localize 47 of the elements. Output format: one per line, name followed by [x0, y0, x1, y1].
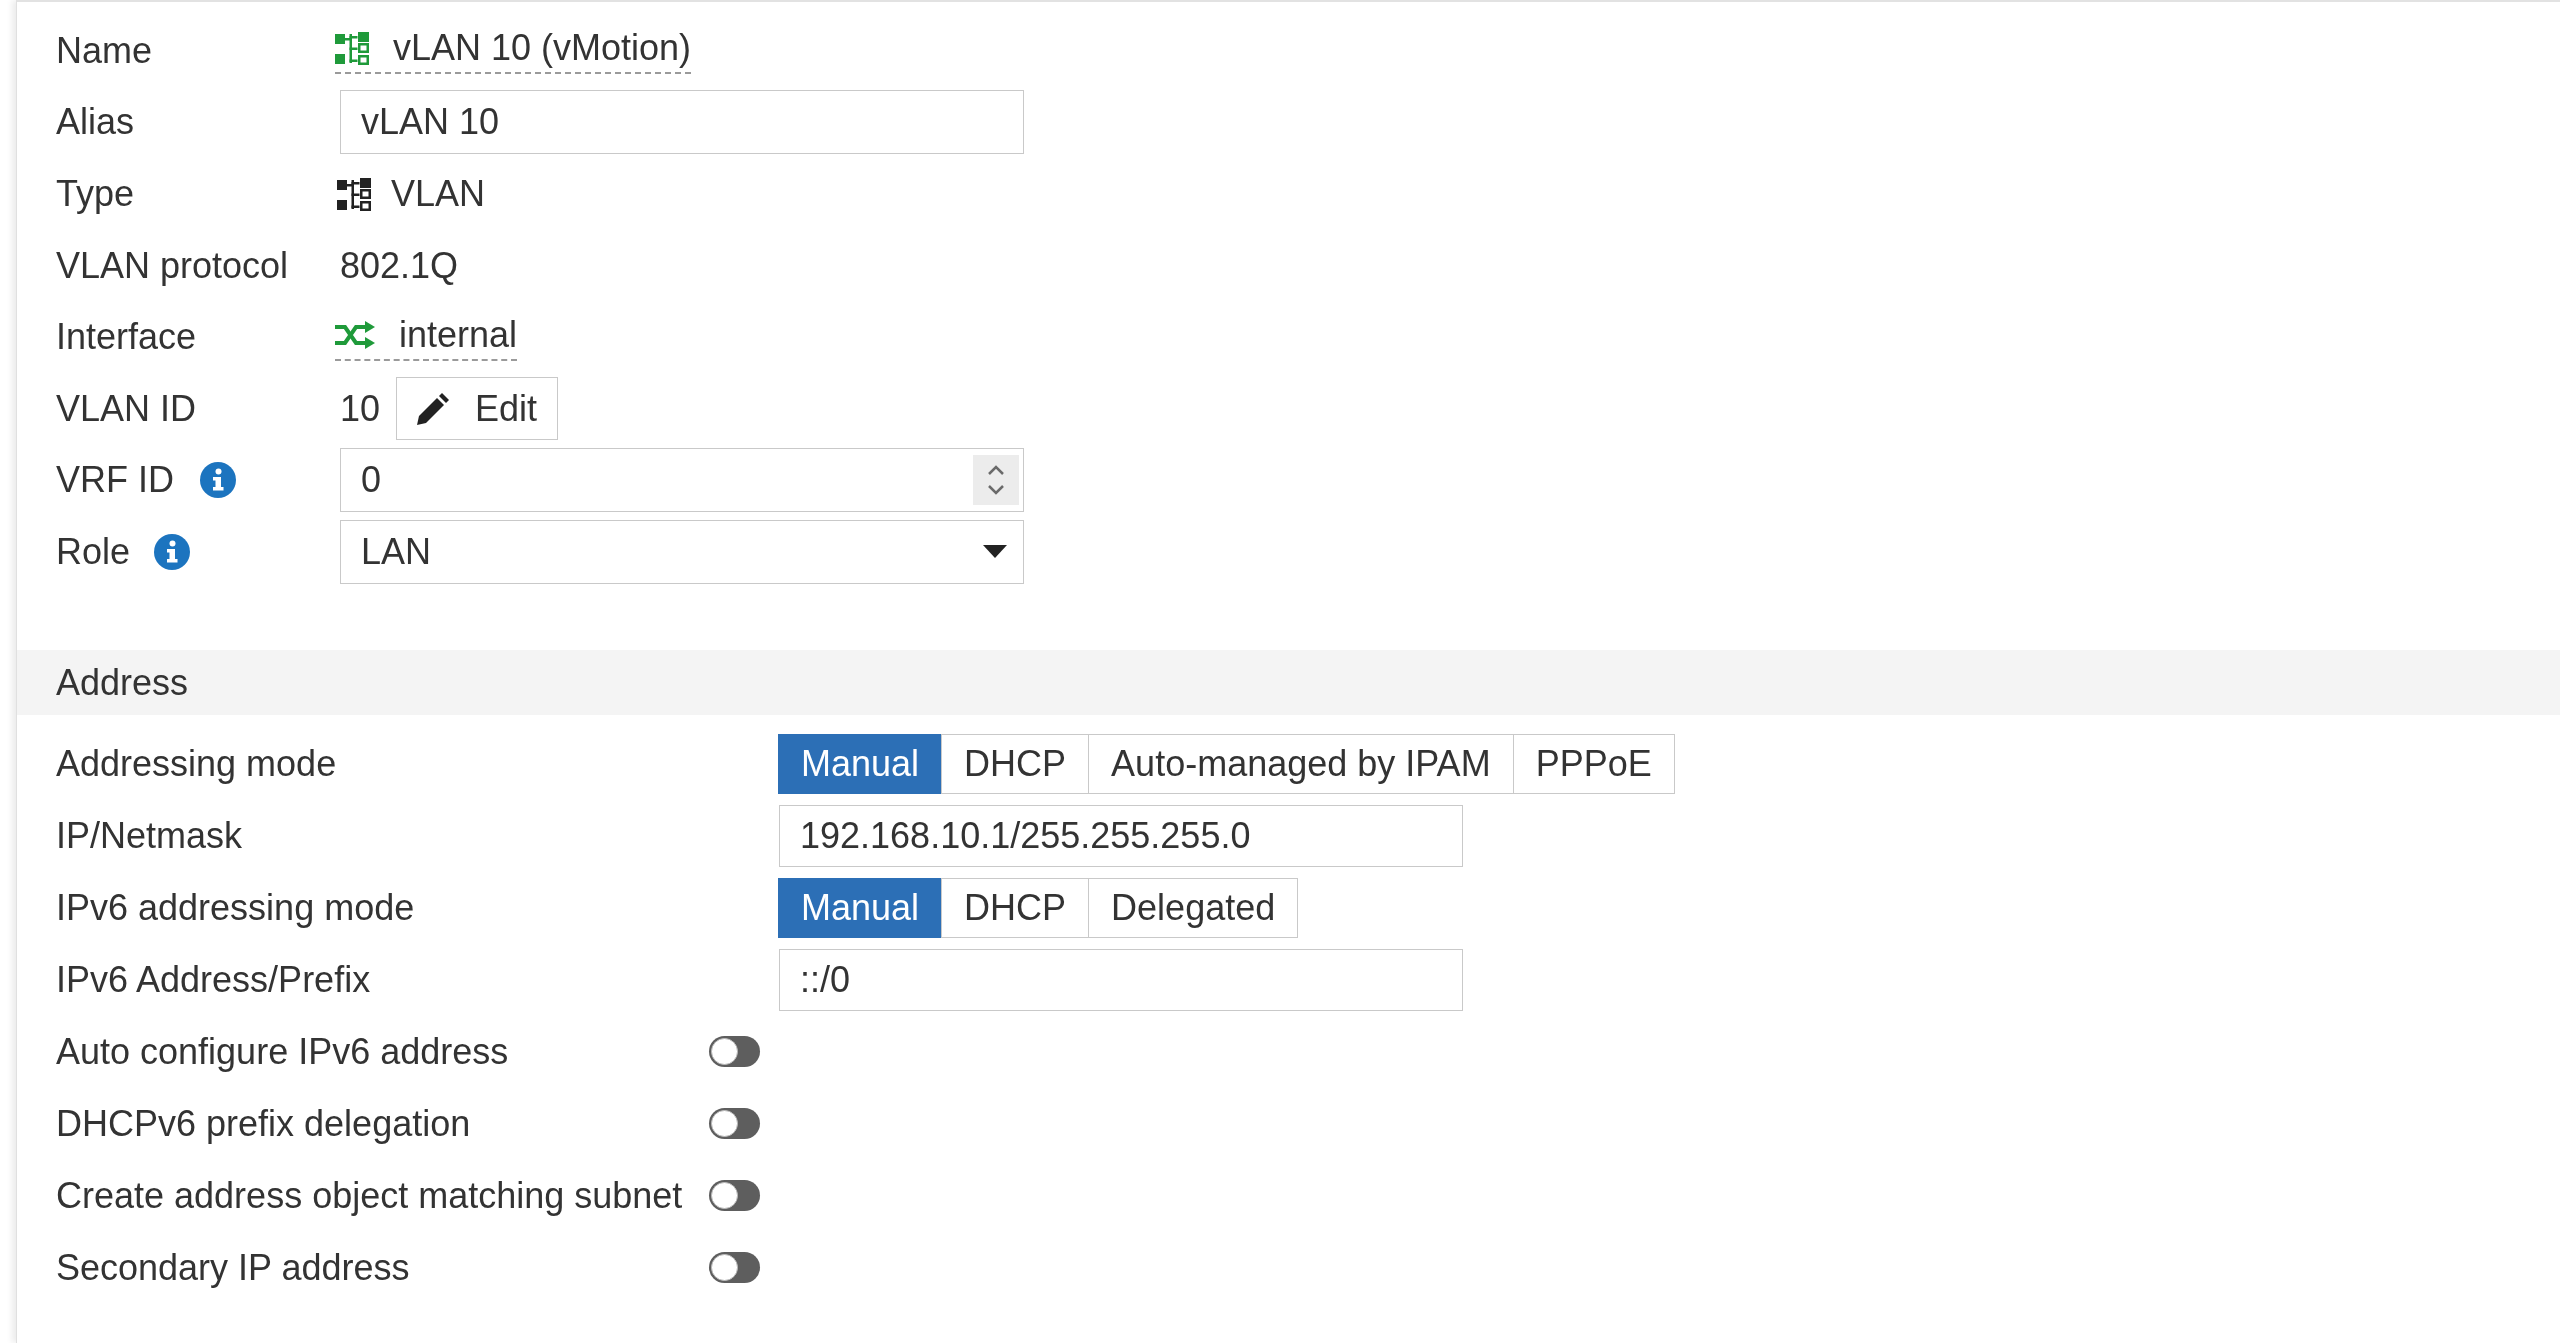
spinner-icon[interactable]	[973, 455, 1019, 506]
role-select[interactable]: LAN	[340, 519, 1024, 584]
field-label: Alias	[56, 101, 135, 144]
vrf-id-field[interactable]: 0	[340, 448, 1024, 513]
field-label: Interface	[56, 316, 197, 359]
toggle-switch[interactable]	[709, 1108, 760, 1140]
field-label: Secondary IP address	[56, 1246, 410, 1289]
field-label: IP/Netmask	[56, 814, 243, 857]
caret-icon	[983, 545, 1007, 559]
field-label: VLAN protocol	[56, 244, 289, 287]
field-label: IPv6 Address/Prefix	[56, 958, 371, 1001]
field-label: Addressing mode	[56, 742, 337, 785]
field-label: Type	[56, 173, 135, 215]
segment-button[interactable]: Auto-managed by IPAM	[1088, 733, 1514, 794]
segment-button[interactable]: PPPoE	[1512, 733, 1675, 794]
segment-button[interactable]: Manual	[778, 733, 943, 794]
segment-button[interactable]: DHCP	[941, 877, 1090, 938]
field-label: IPv6 addressing mode	[56, 886, 415, 929]
toggle-switch[interactable]	[709, 1252, 760, 1284]
field-label: VLAN ID	[56, 387, 197, 430]
ipv6-prefix-field[interactable]: ::/0	[779, 948, 1463, 1011]
protocol-value: 802.1Q	[340, 244, 459, 287]
segment-button[interactable]: Manual	[778, 877, 943, 938]
network-tree-icon	[337, 177, 371, 211]
section-header: Address	[17, 649, 2560, 715]
network-tree-icon	[335, 31, 369, 66]
field-label: DHCPv6 prefix delegation	[56, 1102, 471, 1145]
field-label: Create address object matching subnet	[56, 1174, 683, 1217]
type-value: VLAN	[391, 173, 486, 215]
pencil-icon	[417, 392, 450, 425]
field-label: VRF ID	[56, 459, 174, 502]
shuffle-icon	[335, 320, 375, 349]
field-label: Auto configure IPv6 address	[56, 1030, 509, 1073]
toggle-switch[interactable]	[709, 1036, 760, 1068]
field-label: Name	[56, 29, 153, 72]
toggle-switch[interactable]	[709, 1180, 760, 1212]
interface-link[interactable]: internal	[335, 313, 518, 361]
name-link[interactable]: vLAN 10 (vMotion)	[335, 27, 692, 75]
segment-button[interactable]: DHCP	[941, 733, 1090, 794]
info-icon[interactable]	[200, 462, 236, 499]
segment-button[interactable]: Delegated	[1088, 877, 1299, 938]
field-label: Role	[56, 530, 131, 573]
vlan-id-value: 10	[340, 387, 381, 430]
ip-netmask-field[interactable]: 192.168.10.1/255.255.255.0	[779, 804, 1463, 867]
edit-button[interactable]: Edit	[396, 377, 559, 441]
info-icon[interactable]	[154, 533, 191, 570]
alias-field[interactable]: vLAN 10	[340, 90, 1024, 155]
